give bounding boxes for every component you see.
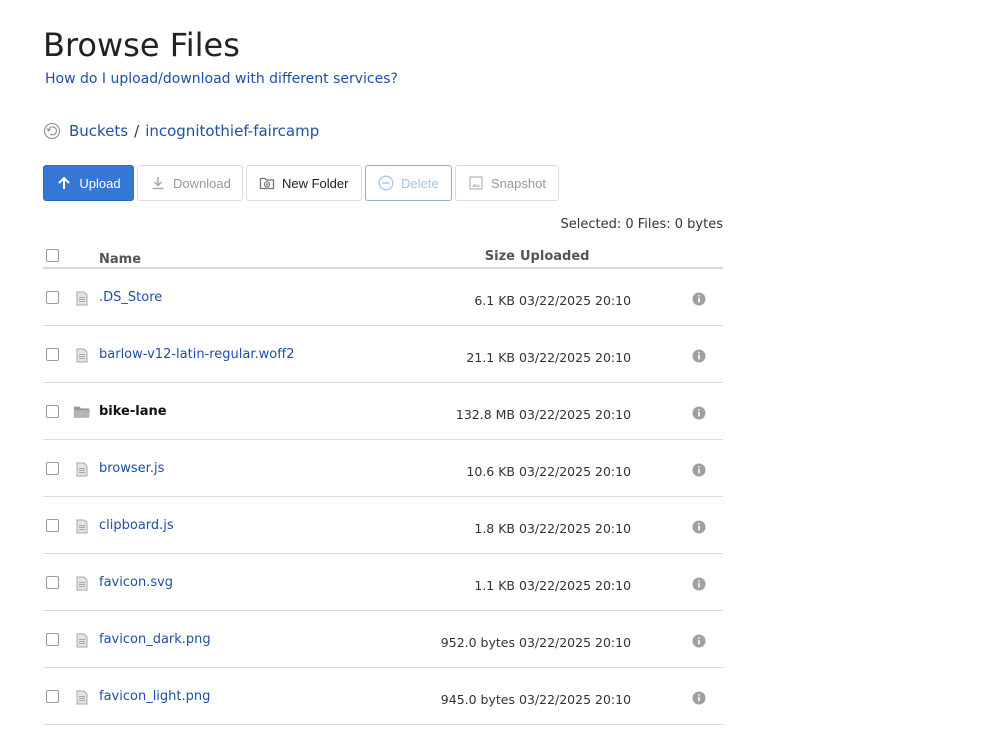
info-icon[interactable] [692,291,706,306]
delete-label: Delete [401,175,439,191]
snapshot-label: Snapshot [491,175,546,191]
file-uploaded-date: 03/22/2025 20:10 [519,407,632,422]
table-row[interactable]: .DS_Store 6.1 KB 03/22/2025 20:10 [43,269,723,326]
row-checkbox[interactable] [46,576,59,589]
file-table: Name Size Uploaded .DS_Store 6.1 KB 03/22/… [43,245,723,725]
page-title: Browse Files [43,26,240,64]
column-size-header[interactable]: Size [485,249,515,264]
file-uploaded-date: 03/22/2025 20:10 [519,521,632,536]
row-checkbox[interactable] [46,519,59,532]
file-uploaded-date: 03/22/2025 20:10 [519,635,632,650]
file-icon [73,460,91,478]
table-row[interactable]: clipboard.js 1.8 KB 03/22/2025 20:10 [43,497,723,554]
column-uploaded-header[interactable]: Uploaded [520,249,589,264]
file-icon [73,574,91,592]
row-checkbox[interactable] [46,291,59,304]
info-icon[interactable] [692,405,706,420]
delete-button[interactable]: Delete [365,165,452,201]
file-uploaded-date: 03/22/2025 20:10 [519,293,632,308]
file-uploaded-date: 03/22/2025 20:10 [519,350,632,365]
file-name-link[interactable]: clipboard.js [99,518,174,533]
info-icon[interactable] [692,519,706,534]
table-row[interactable]: favicon_light.png 945.0 bytes 03/22/2025 2… [43,668,723,725]
file-icon [73,289,91,307]
info-icon[interactable] [692,576,706,591]
select-all-checkbox[interactable] [46,249,59,262]
row-checkbox[interactable] [46,462,59,475]
file-uploaded-date: 03/22/2025 20:10 [519,464,632,479]
file-size: 132.8 MB [455,407,515,422]
table-row[interactable]: browser.js 10.6 KB 03/22/2025 20:10 [43,440,723,497]
upload-label: Upload [79,175,121,191]
file-name-link[interactable]: .DS_Store [99,290,162,305]
file-size: 21.1 KB [466,350,515,365]
file-name-link[interactable]: barlow-v12-latin-regular.woff2 [99,347,294,362]
row-checkbox[interactable] [46,690,59,703]
arrow-up-icon [56,175,72,191]
table-body: .DS_Store 6.1 KB 03/22/2025 20:10 barlow-v1… [43,269,723,725]
info-icon[interactable] [692,462,706,477]
table-row[interactable]: favicon.svg 1.1 KB 03/22/2025 20:10 [43,554,723,611]
history-back-icon[interactable] [43,122,61,140]
help-link[interactable]: How do I upload/download with different … [45,71,398,87]
download-icon [150,175,166,191]
file-size: 10.6 KB [466,464,515,479]
file-name-link[interactable]: favicon.svg [99,575,173,590]
table-row[interactable]: barlow-v12-latin-regular.woff2 21.1 KB 03/… [43,326,723,383]
file-size: 1.1 KB [474,578,515,593]
file-size: 952.0 bytes [440,635,515,650]
selection-summary: Selected: 0 Files: 0 bytes [560,217,723,232]
new-folder-label: New Folder [282,175,349,191]
file-uploaded-date: 03/22/2025 20:10 [519,578,632,593]
browse-files-page: Browse Files How do I upload/download wi… [0,0,1004,749]
download-button[interactable]: Download [137,165,243,201]
minus-circle-icon [378,175,394,191]
table-header: Name Size Uploaded [43,245,723,269]
upload-button[interactable]: Upload [43,165,134,201]
file-name-link[interactable]: favicon_dark.png [99,632,211,647]
image-icon [468,175,484,191]
file-uploaded-date: 03/22/2025 20:10 [519,692,632,707]
breadcrumb: Buckets / incognitothief-faircamp [43,122,319,140]
file-icon [73,346,91,364]
info-icon[interactable] [692,633,706,648]
folder-name-link[interactable]: bike-lane [99,404,167,419]
table-row[interactable]: bike-lane 132.8 MB 03/22/2025 20:10 [43,383,723,440]
file-name-link[interactable]: favicon_light.png [99,689,210,704]
toolbar: Upload Download New Folder Delete Snapsh… [43,165,559,201]
folder-icon [73,403,91,421]
download-label: Download [173,175,231,191]
file-size: 1.8 KB [474,521,515,536]
info-icon[interactable] [692,348,706,363]
new-folder-button[interactable]: New Folder [246,165,362,201]
info-icon[interactable] [692,690,706,705]
file-icon [73,517,91,535]
row-checkbox[interactable] [46,348,59,361]
breadcrumb-separator: / [134,122,140,140]
file-icon [73,631,91,649]
table-row[interactable]: favicon_dark.png 952.0 bytes 03/22/2025 20… [43,611,723,668]
row-checkbox[interactable] [46,633,59,646]
file-size: 6.1 KB [474,293,515,308]
file-size: 945.0 bytes [440,692,515,707]
file-icon [73,688,91,706]
column-name-header[interactable]: Name [99,252,141,267]
row-checkbox[interactable] [46,405,59,418]
file-name-link[interactable]: browser.js [99,461,164,476]
new-folder-icon [259,175,275,191]
breadcrumb-buckets-link[interactable]: Buckets [69,122,128,140]
breadcrumb-bucket-link[interactable]: incognitothief-faircamp [145,122,319,140]
snapshot-button[interactable]: Snapshot [455,165,559,201]
